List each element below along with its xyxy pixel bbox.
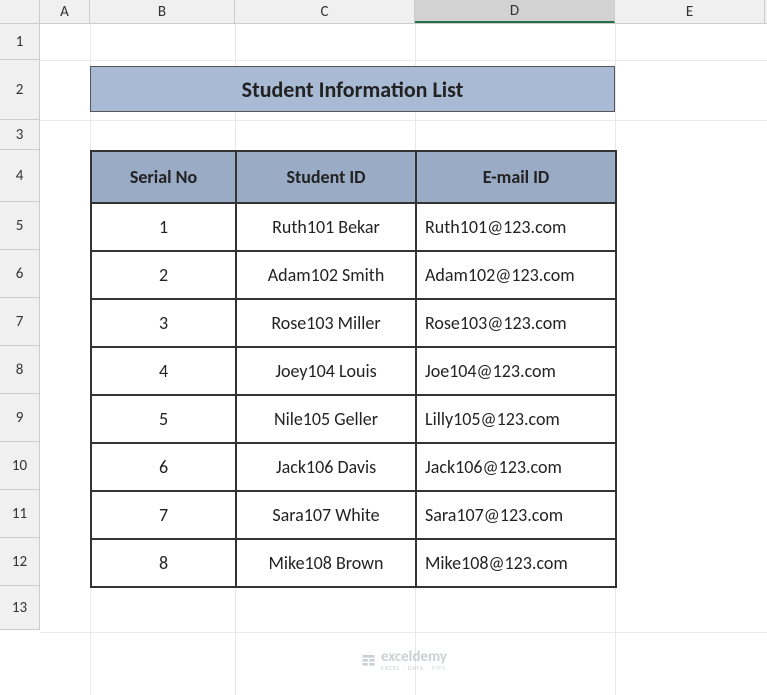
cell-student-id[interactable]: Sara107 White (236, 491, 416, 539)
column-headers: A B C D E (40, 0, 767, 24)
row-header-2[interactable]: 2 (0, 60, 39, 120)
select-all-button[interactable] (0, 0, 40, 24)
row-header-12[interactable]: 12 (0, 538, 39, 586)
cell-email[interactable]: Sara107@123.com (416, 491, 616, 539)
cell-student-id[interactable]: Adam102 Smith (236, 251, 416, 299)
watermark: exceldemy EXCEL · DATA · TIPS (360, 650, 447, 671)
table-row: 2 Adam102 Smith Adam102@123.com (91, 251, 616, 299)
cell-serial[interactable]: 5 (91, 395, 236, 443)
cell-email[interactable]: Ruth101@123.com (416, 203, 616, 251)
cell-student-id[interactable]: Joey104 Louis (236, 347, 416, 395)
cell-email[interactable]: Lilly105@123.com (416, 395, 616, 443)
cell-serial[interactable]: 7 (91, 491, 236, 539)
table-row: 4 Joey104 Louis Joe104@123.com (91, 347, 616, 395)
table-row: 3 Rose103 Miller Rose103@123.com (91, 299, 616, 347)
cell-student-id[interactable]: Rose103 Miller (236, 299, 416, 347)
row-header-4[interactable]: 4 (0, 150, 39, 202)
cell-student-id[interactable]: Nile105 Geller (236, 395, 416, 443)
row-header-13[interactable]: 13 (0, 586, 39, 630)
row-header-5[interactable]: 5 (0, 202, 39, 250)
gridline (40, 632, 767, 633)
cell-serial[interactable]: 6 (91, 443, 236, 491)
gridline (40, 120, 767, 121)
header-email[interactable]: E-mail ID (416, 151, 616, 203)
cell-serial[interactable]: 8 (91, 539, 236, 587)
cell-student-id[interactable]: Mike108 Brown (236, 539, 416, 587)
watermark-brand: exceldemy (381, 650, 447, 665)
row-header-9[interactable]: 9 (0, 394, 39, 442)
cell-student-id[interactable]: Ruth101 Bekar (236, 203, 416, 251)
watermark-tagline: EXCEL · DATA · TIPS (381, 665, 447, 671)
table-row: 5 Nile105 Geller Lilly105@123.com (91, 395, 616, 443)
watermark-text: exceldemy EXCEL · DATA · TIPS (381, 650, 447, 671)
row-header-1[interactable]: 1 (0, 24, 39, 60)
col-header-e[interactable]: E (615, 0, 765, 23)
title-cell[interactable]: Student Information List (90, 66, 615, 112)
row-headers: 1 2 3 4 5 6 7 8 9 10 11 12 13 (0, 24, 40, 630)
cell-email[interactable]: Jack106@123.com (416, 443, 616, 491)
cell-email[interactable]: Rose103@123.com (416, 299, 616, 347)
table-header-row: Serial No Student ID E-mail ID (91, 151, 616, 203)
cell-serial[interactable]: 3 (91, 299, 236, 347)
data-table: Serial No Student ID E-mail ID 1 Ruth101… (90, 150, 617, 588)
spreadsheet-icon (360, 653, 376, 669)
row-header-6[interactable]: 6 (0, 250, 39, 298)
row-header-10[interactable]: 10 (0, 442, 39, 490)
table-row: 7 Sara107 White Sara107@123.com (91, 491, 616, 539)
row-header-3[interactable]: 3 (0, 120, 39, 150)
table-row: 1 Ruth101 Bekar Ruth101@123.com (91, 203, 616, 251)
cell-serial[interactable]: 4 (91, 347, 236, 395)
col-header-d[interactable]: D (415, 0, 615, 23)
row-header-11[interactable]: 11 (0, 490, 39, 538)
table-row: 6 Jack106 Davis Jack106@123.com (91, 443, 616, 491)
col-header-c[interactable]: C (235, 0, 415, 23)
cell-email[interactable]: Joe104@123.com (416, 347, 616, 395)
col-header-a[interactable]: A (40, 0, 90, 23)
grid-area[interactable]: Student Information List Serial No Stude… (40, 24, 767, 695)
header-student-id[interactable]: Student ID (236, 151, 416, 203)
cell-email[interactable]: Adam102@123.com (416, 251, 616, 299)
cell-serial[interactable]: 2 (91, 251, 236, 299)
cell-student-id[interactable]: Jack106 Davis (236, 443, 416, 491)
table-row: 8 Mike108 Brown Mike108@123.com (91, 539, 616, 587)
col-header-b[interactable]: B (90, 0, 235, 23)
row-header-7[interactable]: 7 (0, 298, 39, 346)
row-header-8[interactable]: 8 (0, 346, 39, 394)
gridline (40, 60, 767, 61)
cell-serial[interactable]: 1 (91, 203, 236, 251)
cell-email[interactable]: Mike108@123.com (416, 539, 616, 587)
header-serial[interactable]: Serial No (91, 151, 236, 203)
